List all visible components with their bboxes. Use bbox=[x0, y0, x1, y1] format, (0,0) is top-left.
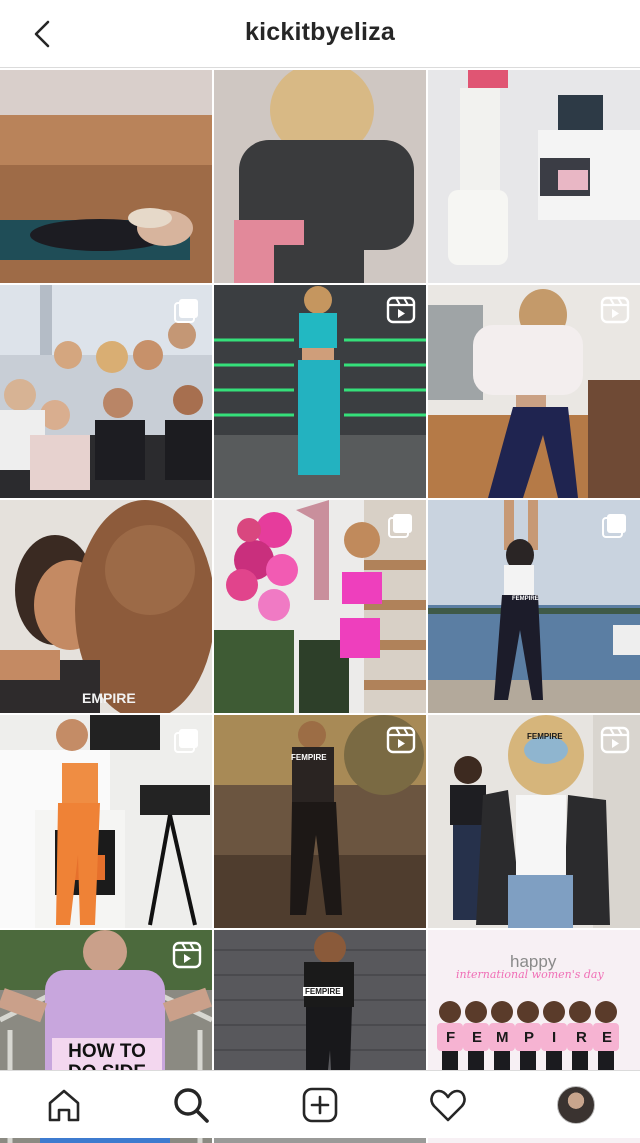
post-image bbox=[0, 500, 212, 713]
carousel-icon bbox=[388, 514, 412, 538]
post-tile[interactable] bbox=[0, 715, 212, 928]
post-tile[interactable] bbox=[0, 70, 212, 283]
shirt-text: EMPIRE bbox=[82, 690, 136, 706]
nav-activity[interactable] bbox=[426, 1083, 470, 1127]
letter-i: I bbox=[552, 1029, 557, 1046]
avatar bbox=[557, 1086, 595, 1124]
nav-search[interactable] bbox=[169, 1083, 213, 1127]
mask-text: FEMPIRE bbox=[527, 732, 563, 741]
post-tile[interactable]: EMPIRE bbox=[0, 500, 212, 713]
letter-f: F bbox=[446, 1029, 456, 1046]
letter-e: E bbox=[602, 1029, 613, 1046]
post-tile[interactable]: FEMPIRE bbox=[428, 715, 640, 928]
nav-home[interactable] bbox=[42, 1083, 86, 1127]
plus-square-icon bbox=[302, 1087, 338, 1123]
post-tile[interactable] bbox=[428, 70, 640, 283]
letter-m: M bbox=[496, 1029, 509, 1046]
reel-icon bbox=[600, 296, 630, 324]
post-image bbox=[214, 70, 426, 283]
post-tile[interactable] bbox=[214, 70, 426, 283]
reel-icon bbox=[172, 941, 202, 969]
post-tile[interactable] bbox=[0, 285, 212, 498]
bottom-nav-bar bbox=[0, 1070, 640, 1138]
home-icon bbox=[48, 1089, 80, 1122]
post-tile[interactable]: FEMPIRE bbox=[428, 500, 640, 713]
post-tile[interactable] bbox=[214, 500, 426, 713]
carousel-icon bbox=[174, 729, 198, 753]
shirt-text: FEMPIRE bbox=[291, 753, 327, 762]
carousel-icon bbox=[602, 514, 626, 538]
letter-r: R bbox=[576, 1029, 587, 1046]
post-tile[interactable] bbox=[214, 285, 426, 498]
carousel-icon bbox=[174, 299, 198, 323]
post-image bbox=[0, 70, 212, 283]
reel-icon bbox=[600, 726, 630, 754]
profile-username-title: kickitbyeliza bbox=[245, 18, 395, 46]
post-tile[interactable] bbox=[428, 285, 640, 498]
post-image bbox=[428, 70, 640, 283]
search-icon bbox=[174, 1088, 209, 1123]
nav-profile[interactable] bbox=[554, 1083, 598, 1127]
heart-icon bbox=[430, 1089, 466, 1122]
shirt-text: FEMPIRE bbox=[512, 596, 539, 602]
reel-icon bbox=[386, 726, 416, 754]
letter-p: P bbox=[524, 1029, 535, 1046]
top-bar: kickitbyeliza bbox=[0, 0, 640, 68]
reel-icon bbox=[386, 296, 416, 324]
nav-create[interactable] bbox=[298, 1083, 342, 1127]
letter-e: E bbox=[472, 1029, 483, 1046]
post-tile[interactable]: FEMPIRE bbox=[214, 715, 426, 928]
shirt-text: FEMPIRE bbox=[303, 987, 343, 996]
